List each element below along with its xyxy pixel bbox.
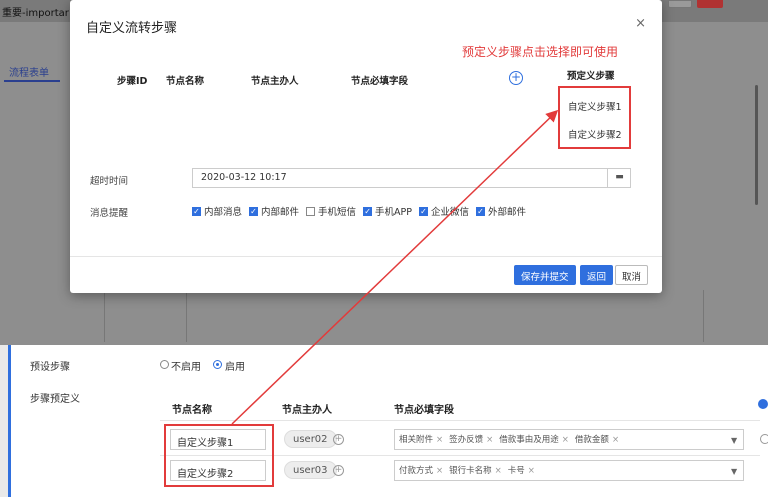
sidebar-tab-underline xyxy=(4,80,60,82)
tag-label: 卡号 xyxy=(507,466,525,476)
tag: 借款事由及用途 × xyxy=(499,433,569,446)
column-predef-steps: 预定义步骤 xyxy=(567,71,615,82)
background-toolbar-button[interactable] xyxy=(668,0,692,8)
tag-remove-icon[interactable]: × xyxy=(486,435,493,445)
remind-label: 消息提醒 xyxy=(90,208,129,219)
tag-remove-icon[interactable]: × xyxy=(528,466,535,476)
cancel-button[interactable]: 取消 xyxy=(615,265,649,285)
left-gutter xyxy=(0,345,8,497)
radio-enable-label: 启用 xyxy=(225,362,245,373)
annotation-highlight-box xyxy=(164,424,274,487)
column-required-fields: 节点必填字段 xyxy=(394,405,454,416)
tag-label: 相关附件 xyxy=(399,435,434,445)
preset-steps-label: 预设步骤 xyxy=(30,362,70,373)
background-toolbar-red-button[interactable] xyxy=(697,0,723,8)
custom-steps-dialog: 自定义流转步骤 × 预定义步骤点击选择即可使用 步骤ID 节点名称 节点主办人 … xyxy=(70,0,662,293)
checkbox-checked-icon[interactable]: ✓ xyxy=(192,206,201,216)
section-accent-line xyxy=(8,345,11,497)
row2-required-fields-select[interactable]: 付款方式 × 银行卡名称 × 卡号 × xyxy=(394,460,744,481)
predef-step-item[interactable]: 自定义步骤1 xyxy=(568,99,622,113)
remind-option-internal-mail[interactable]: ✓ 内部邮件 xyxy=(249,204,299,218)
radio-disable-label: 不启用 xyxy=(171,362,201,373)
timeout-label: 超时时间 xyxy=(90,176,129,187)
checkbox-label: 手机APP xyxy=(375,207,413,218)
back-button[interactable]: 返回 xyxy=(580,265,614,285)
remind-options: ✓ 内部消息 ✓ 内部邮件 手机短信 ✓ 手机APP ✓ 企业微信 ✓ 外部邮件 xyxy=(192,204,526,218)
background-inner-panel xyxy=(104,290,704,342)
checkbox-label: 内部消息 xyxy=(204,207,243,218)
close-icon[interactable]: × xyxy=(635,16,646,31)
tag-label: 借款金额 xyxy=(574,435,609,445)
radio-disable[interactable] xyxy=(160,360,169,369)
row1-remove-icon[interactable] xyxy=(760,434,768,444)
table-header-divider xyxy=(160,420,760,421)
tag-remove-icon[interactable]: × xyxy=(436,435,443,445)
radio-enable[interactable] xyxy=(213,360,222,369)
background-panel-divider xyxy=(186,290,187,342)
checkbox-label: 内部邮件 xyxy=(261,207,300,218)
row1-user-pill[interactable]: user02 xyxy=(284,430,337,448)
add-row-icon[interactable] xyxy=(758,399,768,409)
remind-option-internal-message[interactable]: ✓ 内部消息 xyxy=(192,204,242,218)
checkbox-label: 企业微信 xyxy=(431,207,470,218)
tag-label: 签办反馈 xyxy=(449,435,484,445)
background-scrollbar[interactable] xyxy=(755,85,758,205)
tag: 签办反馈 × xyxy=(449,433,493,446)
dialog-title: 自定义流转步骤 xyxy=(86,21,178,36)
tag-remove-icon[interactable]: × xyxy=(612,435,619,445)
add-step-icon[interactable]: + xyxy=(509,71,523,85)
column-node-owner: 节点主办人 xyxy=(251,76,299,87)
row1-add-user-icon[interactable]: + xyxy=(333,434,344,445)
tag: 银行卡名称 × xyxy=(449,464,502,477)
timeout-date-input[interactable]: 2020-03-12 10:17 xyxy=(192,168,631,188)
background-sidebar-tab[interactable]: 流程表单 xyxy=(9,64,49,79)
calendar-icon[interactable]: ▬ xyxy=(607,168,631,188)
checkbox-checked-icon[interactable]: ✓ xyxy=(249,206,259,216)
background-tab-title: 重要-importar xyxy=(2,8,69,19)
column-required-fields: 节点必填字段 xyxy=(351,76,409,87)
annotation-hint-text: 预定义步骤点击选择即可使用 xyxy=(462,45,619,59)
tag: 借款金额 × xyxy=(575,433,619,446)
predef-step-item[interactable]: 自定义步骤2 xyxy=(568,127,622,141)
tag: 相关附件 × xyxy=(399,433,443,446)
checkbox-label: 外部邮件 xyxy=(488,207,527,218)
checkbox-unchecked-icon[interactable] xyxy=(306,206,316,216)
tag: 卡号 × xyxy=(508,464,535,477)
column-node-name: 节点名称 xyxy=(166,76,205,87)
remind-option-sms[interactable]: 手机短信 xyxy=(306,204,356,218)
column-step-id: 步骤ID xyxy=(117,76,148,87)
checkbox-label: 手机短信 xyxy=(318,207,357,218)
remind-option-app[interactable]: ✓ 手机APP xyxy=(363,204,412,218)
remind-option-wechat-work[interactable]: ✓ 企业微信 xyxy=(419,204,469,218)
checkbox-checked-icon[interactable]: ✓ xyxy=(363,206,373,216)
tag-remove-icon[interactable]: × xyxy=(436,466,443,476)
checkbox-checked-icon[interactable]: ✓ xyxy=(419,206,429,216)
remind-option-external-mail[interactable]: ✓ 外部邮件 xyxy=(476,204,526,218)
column-node-owner: 节点主办人 xyxy=(282,405,332,416)
tag-remove-icon[interactable]: × xyxy=(562,435,569,445)
tag: 付款方式 × xyxy=(399,464,443,477)
tag-label: 付款方式 xyxy=(399,466,434,476)
tag-remove-icon[interactable]: × xyxy=(495,466,502,476)
row2-dropdown-caret-icon[interactable]: ▼ xyxy=(731,467,737,476)
save-submit-button[interactable]: 保存并提交 xyxy=(514,265,576,285)
tag-label: 银行卡名称 xyxy=(449,466,492,476)
step-predef-label: 步骤预定义 xyxy=(30,394,80,405)
row2-add-user-icon[interactable]: + xyxy=(333,465,344,476)
tag-label: 借款事由及用途 xyxy=(499,435,559,445)
row2-user-pill[interactable]: user03 xyxy=(284,461,337,479)
column-node-name: 节点名称 xyxy=(172,405,212,416)
row1-dropdown-caret-icon[interactable]: ▼ xyxy=(731,436,737,445)
checkbox-checked-icon[interactable]: ✓ xyxy=(476,206,486,216)
row1-required-fields-select[interactable]: 相关附件 × 签办反馈 × 借款事由及用途 × 借款金额 × xyxy=(394,429,744,450)
dialog-footer-divider xyxy=(70,256,662,257)
